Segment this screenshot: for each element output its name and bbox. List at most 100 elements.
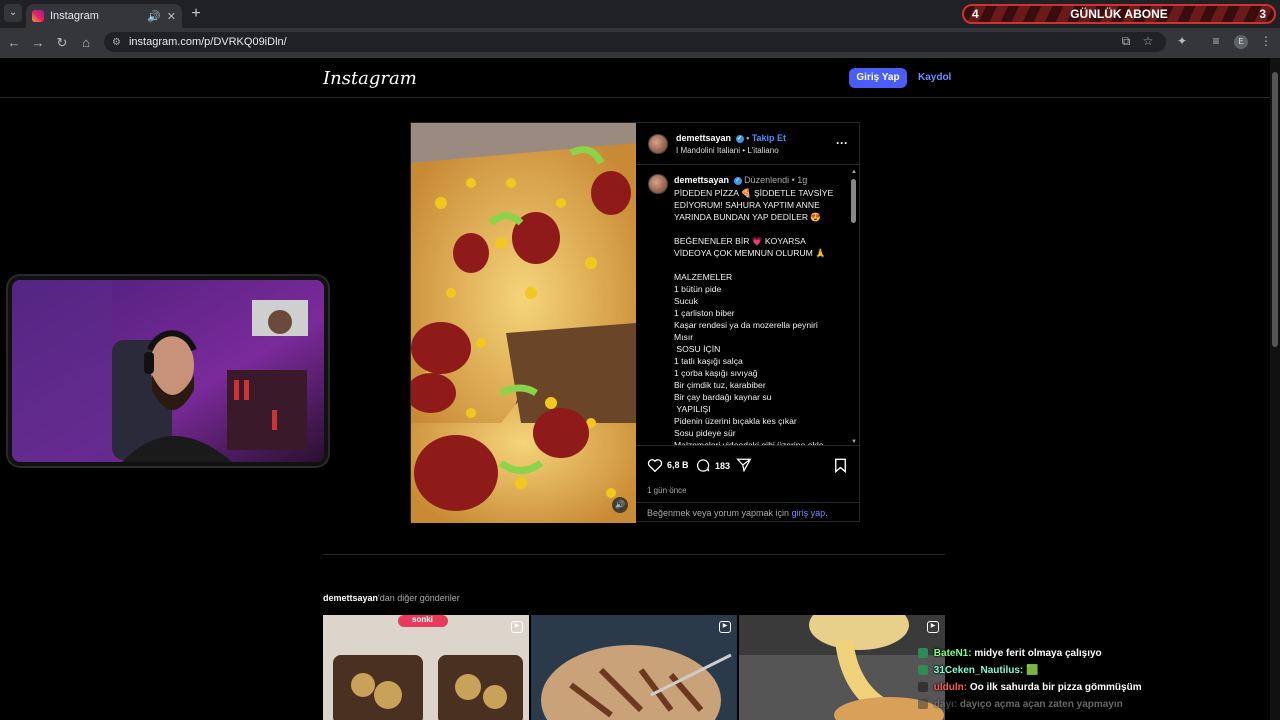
scroll-up-arrow-icon[interactable]: ▲ xyxy=(851,169,857,175)
like-action[interactable]: 6,8 B xyxy=(647,458,689,472)
caption-scroll-thumb[interactable] xyxy=(851,179,856,223)
sub-counter-right: 3 xyxy=(1259,7,1266,21)
comment-icon[interactable] xyxy=(695,458,711,473)
tab-audio-icon[interactable]: 🔊 xyxy=(147,10,161,23)
chat-message: BateN1: midye ferit olmaya çalışıyo xyxy=(918,648,1278,665)
author-username[interactable]: demettsayan xyxy=(676,133,731,143)
webcam-image xyxy=(12,280,324,462)
bookmark-star-icon[interactable]: ☆ xyxy=(1140,34,1156,48)
signup-link[interactable]: Kaydol xyxy=(918,72,951,83)
caption-username[interactable]: demettsayan xyxy=(674,175,729,185)
section-divider xyxy=(323,554,945,555)
more-post-thumbnail[interactable]: ▶ xyxy=(739,615,945,720)
ig-header: Instagram Giriş Yap Kaydol xyxy=(0,58,1270,98)
stream-chat: BateN1: midye ferit olmaya çalışıyo 31Ce… xyxy=(918,648,1278,716)
more-post-thumbnail[interactable]: ▶ xyxy=(531,615,737,720)
sub-counter-left: 4 xyxy=(972,7,979,21)
chat-user: ulduln: xyxy=(933,682,968,693)
forward-arrow-icon[interactable]: → xyxy=(30,35,46,50)
more-post-thumbnail[interactable]: sonki ▶ xyxy=(323,615,529,720)
streamer-webcam xyxy=(8,276,328,466)
thumbnail-label: sonki xyxy=(412,615,433,624)
site-settings-icon[interactable]: ⚙ xyxy=(112,37,121,48)
page-scrollbar[interactable] xyxy=(1270,58,1280,720)
caption-area: demettsayan ✓ Düzenlendi • 1g PİDEDEN Pİ… xyxy=(636,167,860,445)
url-text: instagram.com/p/DVRKQ09iDln/ xyxy=(128,36,287,48)
caption-verified-icon: ✓ xyxy=(733,176,742,185)
chat-message: 31Ceken_Nautilus: 🟩 xyxy=(918,665,1278,682)
bookmark-icon[interactable] xyxy=(834,458,847,473)
reel-icon: ▶ xyxy=(719,621,731,633)
author-name: demettsayan ✓ • Takip Et xyxy=(676,133,787,143)
post-sidebar: demettsayan ✓ • Takip Et I Mandolini Ita… xyxy=(636,123,860,521)
chat-text: midye ferit olmaya çalışıyo xyxy=(974,648,1102,659)
caption-scrollbar[interactable]: ▲ ▼ xyxy=(851,169,857,445)
chat-text: Oo ilk sahurda bir pizza gömmüşüm xyxy=(969,682,1142,693)
login-prompt-link[interactable]: giriş yap xyxy=(792,508,826,518)
post-time[interactable]: 1 gün önce xyxy=(647,486,687,495)
browser-tab[interactable]: Instagram 🔊 ✕ xyxy=(26,4,182,28)
login-button[interactable]: Giriş Yap xyxy=(849,68,907,88)
post-card: 🔊 demettsayan ✓ • Takip Et I Mandolini I… xyxy=(410,122,860,523)
more-options-icon[interactable]: ··· xyxy=(836,136,848,150)
login-prompt: Beğenmek veya yorum yapmak için giriş ya… xyxy=(636,502,860,522)
back-arrow-icon[interactable]: ← xyxy=(6,35,22,50)
comment-action[interactable]: 183 xyxy=(695,458,730,473)
extensions-puzzle-icon[interactable]: ✦ xyxy=(1174,34,1190,48)
install-app-icon[interactable]: ⧉ xyxy=(1118,34,1134,49)
caption-meta: Düzenlendi • 1g xyxy=(744,175,808,185)
instagram-favicon-icon xyxy=(32,10,44,22)
comment-count: 183 xyxy=(715,460,731,471)
audio-separator: • xyxy=(742,146,746,155)
post-video[interactable]: 🔊 xyxy=(411,123,636,523)
profile-avatar[interactable]: E xyxy=(1234,35,1248,49)
tab-close-icon[interactable]: ✕ xyxy=(167,10,176,23)
verified-badge-icon: ✓ xyxy=(735,134,744,143)
daily-sub-counter: 4 GÜNLÜK ABONE 3 xyxy=(962,4,1276,24)
thumbnail-image xyxy=(531,615,737,720)
thumbnail-image xyxy=(323,615,529,720)
address-bar[interactable]: ⚙ instagram.com/p/DVRKQ09iDln/ xyxy=(104,32,1166,52)
chat-user: BateN1: xyxy=(933,648,972,659)
reel-icon: ▶ xyxy=(511,621,523,633)
reload-icon[interactable]: ↻ xyxy=(54,35,70,51)
author-avatar[interactable] xyxy=(648,134,668,154)
new-tab-plus-icon[interactable]: + xyxy=(188,5,204,23)
follow-button[interactable]: Takip Et xyxy=(752,133,786,143)
audio-info[interactable]: I Mandolini Italiani • L'italiano xyxy=(676,146,779,155)
login-prompt-text: Beğenmek veya yorum yapmak için xyxy=(647,508,790,518)
caption-text: PİDEDEN PİZZA 🍕 ŞİDDETLE TAVSİYE EDİYORU… xyxy=(674,188,834,445)
browser-menu-icon[interactable]: ⋮ xyxy=(1258,34,1274,48)
pizza-image xyxy=(411,123,636,523)
chat-text: dayıço açma açan zaten yapmayın xyxy=(959,699,1123,710)
audio-artist: L'italiano xyxy=(747,146,779,155)
tab-list-chevron-icon[interactable]: ⌄ xyxy=(4,4,22,22)
login-prompt-end: . xyxy=(825,508,828,518)
thumbnail-image xyxy=(739,615,945,720)
chat-badge-icon xyxy=(918,648,928,659)
more-posts-grid: sonki ▶ ▶ ▶ xyxy=(323,615,945,720)
page-scrollbar-thumb[interactable] xyxy=(1272,72,1278,347)
save-action[interactable] xyxy=(834,458,851,473)
chat-text: 🟩 xyxy=(1026,665,1039,676)
chat-badge-icon xyxy=(918,699,928,710)
sub-counter-label: GÜNLÜK ABONE xyxy=(1070,7,1168,21)
caption-avatar[interactable] xyxy=(648,174,668,194)
media-control-icon[interactable]: ≡ xyxy=(1208,34,1224,48)
share-paper-plane-icon[interactable] xyxy=(736,458,752,472)
chat-user: dayı: xyxy=(933,699,958,710)
share-action[interactable] xyxy=(736,458,756,472)
instagram-logo[interactable]: Instagram xyxy=(323,68,417,89)
post-actions: 6,8 B 183 1 gün önce Beğenmek veya yorum… xyxy=(636,445,860,521)
more-posts-username[interactable]: demettsayan xyxy=(323,593,378,603)
like-count: 6,8 B xyxy=(667,460,689,470)
heart-icon[interactable] xyxy=(647,458,663,472)
post-author-row: demettsayan ✓ • Takip Et I Mandolini Ita… xyxy=(636,123,860,165)
more-posts-heading: demettsayan'dan diğer gönderiler xyxy=(323,593,460,603)
chat-badge-icon xyxy=(918,665,928,676)
volume-icon[interactable]: 🔊 xyxy=(612,497,628,513)
more-posts-suffix: 'dan diğer gönderiler xyxy=(378,593,460,603)
audio-title: I Mandolini Italiani xyxy=(676,146,741,155)
chat-message: ulduln: Oo ilk sahurda bir pizza gömmüşü… xyxy=(918,682,1278,699)
home-icon[interactable]: ⌂ xyxy=(78,35,94,50)
